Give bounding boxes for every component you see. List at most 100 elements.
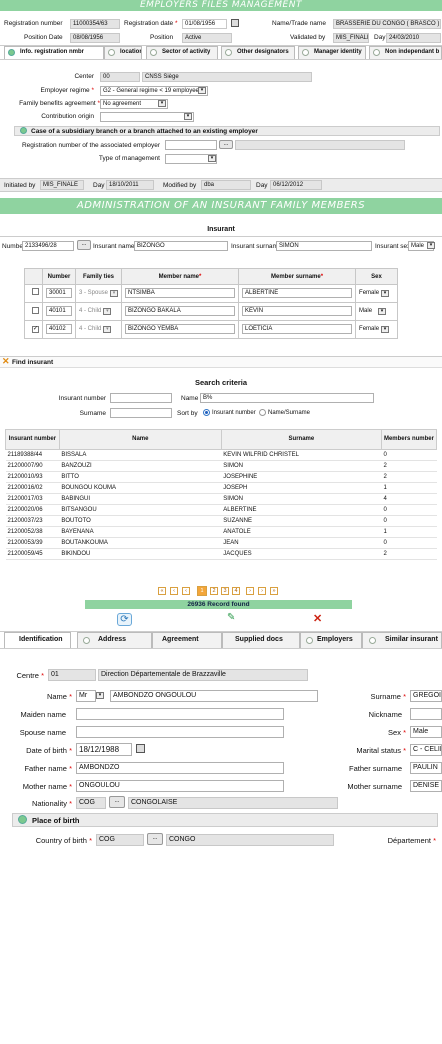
first-page-button[interactable]: « xyxy=(158,587,166,595)
father-surname-field[interactable]: PAULIN xyxy=(410,762,442,774)
initiated-field[interactable]: MIS_FINALE xyxy=(40,180,84,190)
tab-non-independant[interactable]: Non independant b xyxy=(369,46,442,59)
tab-info-registration[interactable]: Info. registration nmbr xyxy=(4,46,104,59)
tab-location[interactable]: location xyxy=(104,46,142,59)
chevron-down-icon[interactable]: ▾ xyxy=(208,155,216,162)
find-name-input[interactable]: B% xyxy=(200,393,374,403)
sort-radio-name[interactable] xyxy=(259,409,266,416)
page-3-button[interactable]: 3 xyxy=(221,587,229,595)
row-name-field[interactable]: BIZONGO BAKALA xyxy=(125,305,236,316)
page-4-button[interactable]: 4 xyxy=(232,587,240,595)
row-ties-select[interactable]: 3 - Spouse xyxy=(79,290,108,296)
tab-sector[interactable]: Sector of activity xyxy=(146,46,218,59)
row-checkbox[interactable] xyxy=(32,287,39,295)
country-lookup-button[interactable]: ... xyxy=(147,833,163,845)
contrib-select[interactable] xyxy=(100,112,194,122)
close-icon[interactable]: ✕ xyxy=(2,356,10,367)
row-ties-select[interactable]: 4 - Child xyxy=(79,308,101,314)
centre-name-field[interactable]: Direction Départementale de Brazzaville xyxy=(98,669,308,681)
edit-pencil-icon[interactable]: ✎ xyxy=(227,612,235,623)
country-name-field[interactable]: CONGO xyxy=(166,834,334,846)
find-surname-input[interactable] xyxy=(110,408,172,418)
ins-number-input[interactable] xyxy=(110,393,172,403)
chevron-down-icon[interactable]: ▾ xyxy=(110,290,119,297)
regime-select[interactable]: G2 - General regime < 19 employees xyxy=(100,86,208,96)
row-name-field[interactable]: BIZONGO YEMBA xyxy=(125,323,236,334)
modified-field[interactable]: dba xyxy=(201,180,251,190)
chevron-down-icon[interactable]: ▾ xyxy=(158,100,166,107)
chevron-down-icon[interactable]: ▾ xyxy=(103,308,112,315)
nationality-code-field[interactable]: COG xyxy=(76,797,106,809)
refresh-icon[interactable]: ⟳ xyxy=(117,613,132,626)
row-surname-field[interactable]: ALBERTINE xyxy=(242,287,353,298)
prev-block-button[interactable]: ‹ xyxy=(182,587,190,595)
table-row[interactable]: ✓ 40102 4 - Child ▾ BIZONGO YEMBA LOETICI… xyxy=(24,320,398,339)
validated-field[interactable]: MIS_FINALE xyxy=(333,33,369,43)
calendar-icon[interactable] xyxy=(231,19,239,27)
table-row[interactable]: 21200017/03 BABINGUI SIMON 4 xyxy=(5,493,437,505)
chevron-down-icon[interactable]: ▾ xyxy=(96,692,104,699)
nickname-field[interactable] xyxy=(410,708,442,720)
table-row[interactable]: 21200037/23 BOUTOTO SUZANNE 0 xyxy=(5,515,437,527)
tab-address[interactable]: Address xyxy=(77,632,152,648)
table-row[interactable]: 21200053/39 BOUTANKOUMA JEAN 0 xyxy=(5,537,437,549)
day-field[interactable]: 24/03/2010 xyxy=(386,33,441,43)
maiden-field[interactable] xyxy=(76,708,284,720)
chevron-down-icon[interactable]: ▾ xyxy=(103,326,112,333)
reg-number-field[interactable]: 11000354/63 xyxy=(70,19,120,29)
tab-other-designators[interactable]: Other designators xyxy=(221,46,295,59)
row-sex-select[interactable]: Female xyxy=(359,326,379,332)
title-select[interactable]: Mr xyxy=(76,690,96,702)
trade-name-field[interactable]: BRASSERIE DU CONGO ( BRASCO ) xyxy=(333,19,441,29)
day1-field[interactable]: 18/10/2011 xyxy=(106,180,154,190)
table-row[interactable]: 21200010/93 BITTO JOSEPHINE 2 xyxy=(5,471,437,483)
row-ties-select[interactable]: 4 - Child xyxy=(79,326,101,332)
assoc-field[interactable] xyxy=(165,140,217,150)
day2-field[interactable]: 06/12/2012 xyxy=(270,180,322,190)
ins-surname-field[interactable]: SIMON xyxy=(276,241,372,251)
chevron-down-icon[interactable]: ▾ xyxy=(381,290,390,297)
father-field[interactable]: AMBONDZO xyxy=(76,762,284,774)
assoc-lookup-button[interactable]: ... xyxy=(219,140,233,149)
center-name-field[interactable]: CNSS Siège xyxy=(142,72,312,82)
table-row[interactable]: 40101 4 - Child ▾ BIZONGO BAKALA KEVIN Ma… xyxy=(24,302,398,321)
tab-agreement[interactable]: Agreement xyxy=(152,632,222,648)
table-row[interactable]: 21200052/38 BAYENANA ANATOLE 1 xyxy=(5,526,437,538)
nationality-name-field[interactable]: CONGOLAISE xyxy=(128,797,338,809)
dob-field[interactable]: 18/12/1988 xyxy=(76,743,132,756)
table-row[interactable]: 21200016/02 BOUNGOU KOUMA JOSEPH 1 xyxy=(5,482,437,494)
position-field[interactable]: Active xyxy=(182,33,232,43)
nationality-lookup-button[interactable]: ... xyxy=(109,796,125,808)
tab-similar-insurant[interactable]: Similar insurant xyxy=(362,632,442,648)
chevron-down-icon[interactable]: ▾ xyxy=(427,242,435,249)
calendar-icon[interactable] xyxy=(136,744,145,753)
row-surname-field[interactable]: LOETICIA xyxy=(242,323,353,334)
next-page-button[interactable]: › xyxy=(246,587,254,595)
row-sex-select[interactable]: Female xyxy=(359,290,379,296)
country-code-field[interactable]: COG xyxy=(96,834,144,846)
position-date-field[interactable]: 08/08/1956 xyxy=(70,33,120,43)
tab-employers[interactable]: Employers xyxy=(300,632,362,648)
marital-select[interactable]: C - CELIB xyxy=(410,744,442,756)
center-code-field[interactable]: 00 xyxy=(100,72,140,82)
tab-identification[interactable]: Identification xyxy=(4,632,71,648)
surname-field[interactable]: GREGOIRE xyxy=(410,690,442,702)
delete-x-icon[interactable]: ✕ xyxy=(313,612,322,625)
mother-field[interactable]: ONGOULOU xyxy=(76,780,284,792)
ins-name-field[interactable]: BIZONGO xyxy=(134,241,228,251)
sort-radio-number[interactable] xyxy=(203,409,210,416)
chevron-down-icon[interactable]: ▾ xyxy=(381,326,390,333)
table-row[interactable]: 21189388/44 BISSALA KEVIN WILFRID CHRISTEL… xyxy=(5,449,437,461)
row-number-field[interactable]: 30001 xyxy=(46,287,72,298)
assoc-name-field[interactable] xyxy=(235,140,405,150)
number-lookup-button[interactable]: ... xyxy=(77,240,91,250)
page-1-button[interactable]: 1 xyxy=(197,586,207,596)
next-block-button[interactable]: › xyxy=(258,587,266,595)
chevron-down-icon[interactable]: ▾ xyxy=(184,113,192,120)
sex-select[interactable]: Male xyxy=(410,726,442,738)
centre-code-field[interactable]: 01 xyxy=(48,669,96,681)
table-row[interactable]: 21200020/06 BITSANGOU ALBERTINE 0 xyxy=(5,504,437,516)
row-checkbox[interactable] xyxy=(32,307,39,314)
chevron-down-icon[interactable]: ▾ xyxy=(378,308,387,315)
chevron-down-icon[interactable]: ▾ xyxy=(198,87,206,94)
